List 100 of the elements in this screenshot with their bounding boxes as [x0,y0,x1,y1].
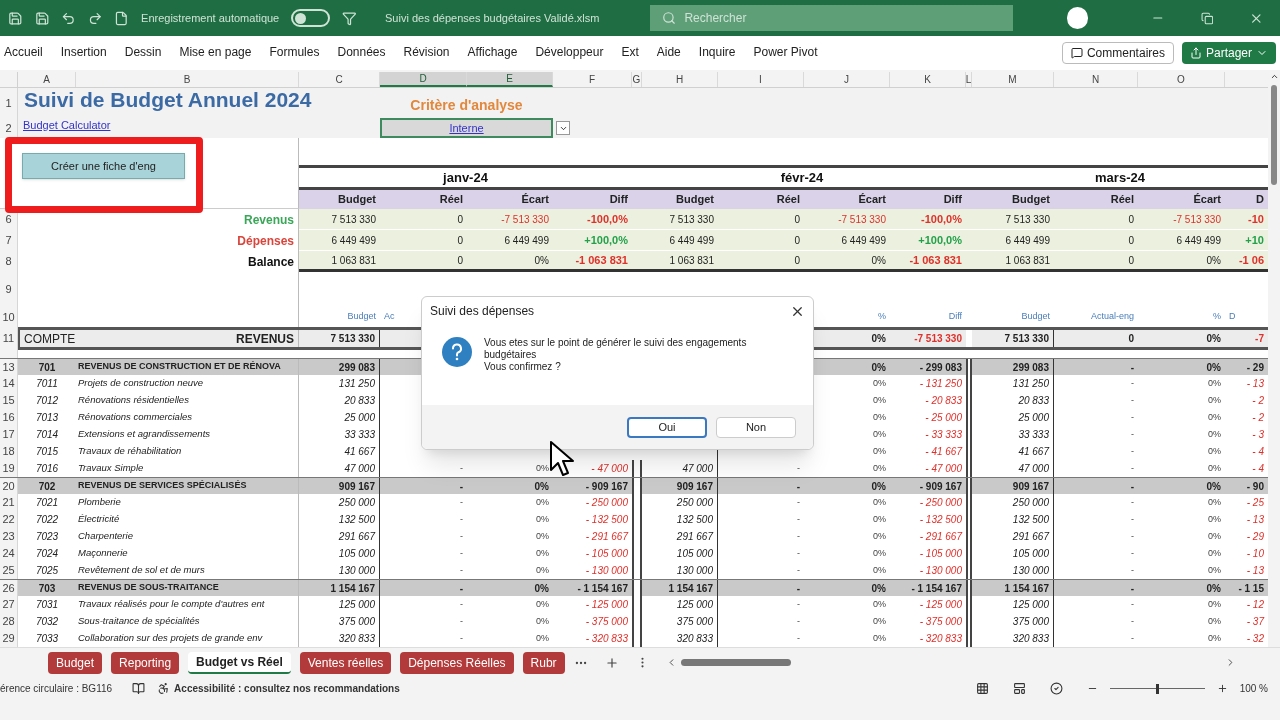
table-cell: % [878,310,886,324]
comments-button[interactable]: Commentaires [1061,42,1174,64]
sheet-tab[interactable]: Rubr [522,651,565,674]
month-header: janv-24 [443,168,488,187]
create-sheet-button[interactable]: Créer une fiche d'eng [22,153,185,180]
ribbon-tab[interactable]: Aide [656,42,681,64]
table-cell-text: D [1256,192,1264,208]
sheet-tab[interactable]: Dépenses Réelles [400,651,514,674]
table-cell: Ac [384,310,395,324]
account-label: Extensions et agrandissements [78,427,211,442]
table-cell-text: 0% [1208,376,1221,390]
ribbon-tab[interactable]: Données [337,42,386,64]
ribbon-tab[interactable]: Ext [621,42,639,64]
accessibility-status[interactable]: Accessibilité : consultez nos recommandations [174,681,400,696]
table-cell-text: - [1131,512,1134,526]
table-cell-text: 0% [873,597,886,611]
account-code: 702 [38,479,56,494]
dialog-button[interactable]: Non [716,416,796,438]
row-number[interactable]: 9 [5,281,12,298]
table-cell-text: 299 083 [1012,360,1049,375]
table-cell-text: - 1 154 167 [911,581,962,596]
column-header[interactable]: A [18,72,76,87]
table-cell-text: +100,0% [918,232,962,248]
table-cell-text: 125 000 [1012,598,1049,612]
table-cell-text: - 320 833 [919,632,962,646]
ribbon-tab[interactable]: Développeur [535,42,604,64]
column-header[interactable]: K [890,72,966,87]
column-header[interactable]: N [1054,72,1138,87]
column-header[interactable]: B [76,72,299,87]
table-cell-text: - [797,529,800,543]
table-cell-text: -7 513 330 [914,332,962,346]
table-cell-text: - [1131,495,1134,509]
table-cell-text: - 29 [1246,530,1264,544]
search-field[interactable]: Rechercher [650,5,1014,31]
column-header[interactable]: M [972,72,1054,87]
table-cell-text: - 33 333 [925,428,962,442]
ribbon-tab[interactable]: Inquire [698,42,736,64]
table-cell-text: 6 449 499 [1005,233,1050,248]
ribbon-tab[interactable]: Power Pivot [753,42,818,64]
ribbon-tab[interactable]: Révision [403,42,450,64]
table-cell-text: 132 500 [338,513,375,527]
table-cell-text: 0% [1208,461,1221,475]
table-cell-text: 1 063 831 [331,253,376,268]
column-header[interactable]: G [632,72,642,87]
ribbon-tab[interactable]: Dessin [124,42,162,64]
table-cell-text: - [1131,546,1134,560]
column-header[interactable]: H [642,72,718,87]
budget-calculator-link[interactable]: Budget Calculator [23,119,111,132]
file-name: Suivi des dépenses budgétaires Validé.xlsm [385,10,601,26]
table-cell-text: 130 000 [338,564,375,578]
column-header[interactable]: E [467,72,553,87]
column-header[interactable]: J [804,72,890,87]
table-cell-text: +10 [1245,232,1264,248]
column-header[interactable]: F [553,72,632,87]
table-cell-text: 7 513 330 [331,212,376,227]
table-cell-text: - 2 [1252,394,1264,408]
dialog-button[interactable]: Oui [627,416,707,438]
ribbon-tab[interactable]: Formules [269,42,320,64]
table-cell-text: Réel [776,192,800,208]
criteria-dropdown[interactable]: Interne [380,118,553,138]
table-cell: % [1213,310,1221,324]
table-cell-text: 0% [1206,332,1221,346]
table-cell-text: - 4 [1252,462,1264,476]
account-code: 7011 [36,377,58,391]
table-cell-text: 0% [873,546,886,560]
sheet-tab[interactable]: Budget vs Réel [188,651,291,674]
sheet-tab[interactable]: Budget [48,651,103,674]
summary-label: Revenus [243,211,294,229]
ribbon-tab[interactable]: Mise en page [179,42,252,64]
table-cell-text: - [460,563,463,577]
table-cell-text: 0% [1208,444,1221,458]
row-number[interactable]: 1 [5,94,12,112]
table-cell-text: - [459,479,463,494]
column-header[interactable]: I [718,72,804,87]
column-header[interactable]: D [380,72,467,87]
row-number[interactable]: 2 [5,119,12,137]
table-cell-text: - 130 000 [919,564,962,578]
column-header[interactable]: O [1138,72,1225,87]
account-label: Travaux Simple [78,461,144,476]
table-cell-text: 130 000 [1012,564,1049,578]
table-cell-text: - 2 [1252,411,1264,425]
table-cell-text: 0% [534,581,549,596]
table-cell-text: 130 000 [676,564,713,578]
account-code: 7013 [35,411,59,425]
ribbon-tab[interactable]: Insertion [60,42,107,64]
sheet-tab[interactable]: Reporting [111,651,180,674]
account-code: 7032 [35,615,59,629]
ribbon-tab[interactable]: Affichage [467,42,518,64]
ribbon-tab[interactable]: Accueil [4,42,43,64]
table-cell-text: - [460,529,463,543]
table-cell-text: 0% [1206,479,1221,494]
table-cell-text: - 10 [1246,547,1264,561]
table-cell-text: Écart [521,192,549,208]
column-header[interactable]: L [966,72,972,87]
table-cell-text: 0% [873,410,886,424]
account-label: REVENUS DE SERVICES SPÉCIALISÉS [78,479,247,493]
share-button[interactable]: Partager [1181,42,1276,64]
table-cell-text: - 125 000 [585,598,628,612]
table-cell-text: Écart [858,192,886,208]
sheet-tab[interactable]: Ventes réelles [299,651,392,674]
